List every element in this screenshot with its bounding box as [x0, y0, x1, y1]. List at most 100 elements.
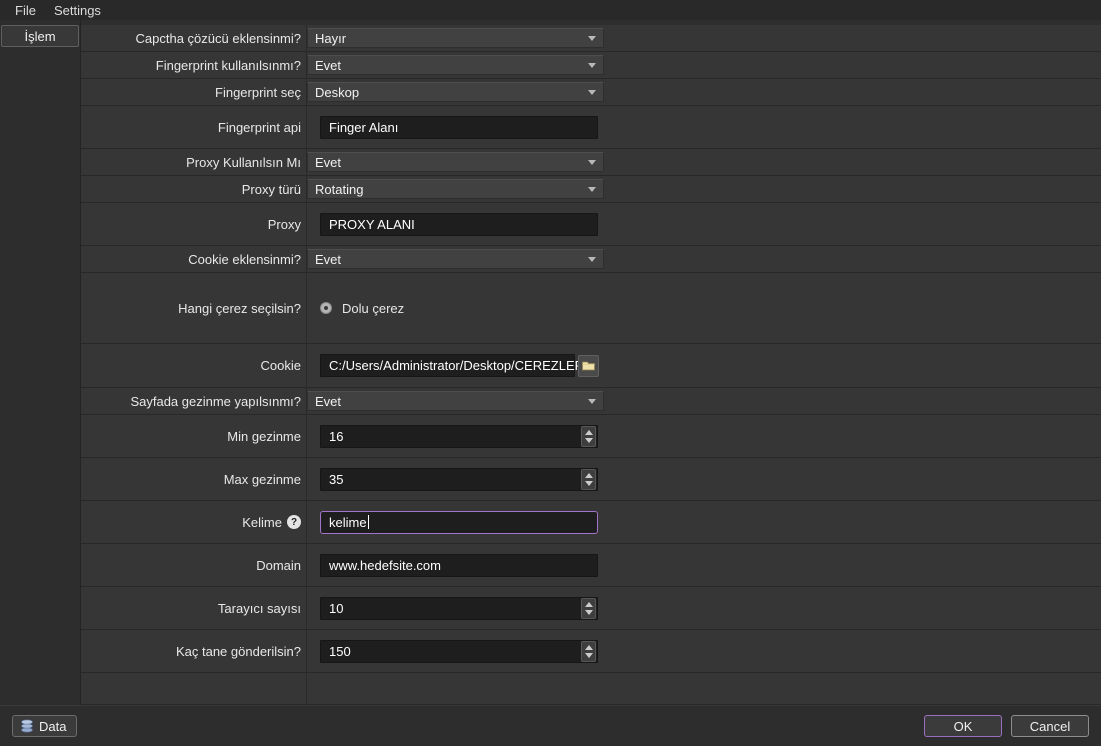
cookie-add-select[interactable]: Evet: [307, 249, 604, 269]
spinner-buttons: [581, 598, 596, 619]
input-value: 35: [329, 472, 343, 487]
chevron-down-icon: [588, 399, 596, 404]
radio-selected-icon: [320, 302, 332, 314]
max-gezinme-spinner[interactable]: 35: [320, 468, 598, 491]
input-value: www.hedefsite.com: [329, 558, 441, 573]
label-text: Domain: [256, 558, 301, 573]
spin-up-icon[interactable]: [585, 473, 593, 478]
form-row: Fingerprint seç Deskop: [81, 79, 1101, 106]
bottom-bar: Data OK Cancel: [0, 705, 1101, 746]
form-row-empty: [81, 673, 1101, 705]
form-row: Kelime ? kelime: [81, 501, 1101, 544]
selected-value: Evet: [315, 58, 341, 73]
field-label: Hangi çerez seçilsin?: [81, 273, 307, 343]
data-button[interactable]: Data: [12, 715, 77, 737]
browser-count-spinner[interactable]: 10: [320, 597, 598, 620]
form-row: Fingerprint api Finger Alanı: [81, 106, 1101, 149]
input-value: Finger Alanı: [329, 120, 398, 135]
field-label: Fingerprint seç: [81, 79, 307, 105]
menu-file[interactable]: File: [6, 1, 45, 20]
spin-up-icon[interactable]: [585, 430, 593, 435]
form-row: Proxy türü Rotating: [81, 176, 1101, 203]
field-control: Rotating: [307, 176, 1101, 202]
spin-down-icon[interactable]: [585, 481, 593, 486]
empty-label-cell: [81, 673, 307, 704]
chevron-down-icon: [588, 36, 596, 41]
field-control: Evet: [307, 52, 1101, 78]
chevron-down-icon: [588, 187, 596, 192]
field-label: Max gezinme: [81, 458, 307, 500]
help-icon[interactable]: ?: [287, 515, 301, 529]
field-label: Sayfada gezinme yapılsınmı?: [81, 388, 307, 414]
spin-down-icon[interactable]: [585, 438, 593, 443]
menu-bar: File Settings: [0, 0, 1101, 20]
selected-value: Evet: [315, 252, 341, 267]
form-row: Proxy PROXY ALANI: [81, 203, 1101, 246]
field-control: PROXY ALANI: [307, 203, 1101, 245]
data-button-label: Data: [39, 719, 66, 734]
chevron-down-icon: [588, 90, 596, 95]
send-count-spinner[interactable]: 150: [320, 640, 598, 663]
form-row: Domain www.hedefsite.com: [81, 544, 1101, 587]
cookie-path-input[interactable]: C:/Users/Administrator/Desktop/CEREZLER: [320, 354, 575, 377]
min-gezinme-spinner[interactable]: 16: [320, 425, 598, 448]
fingerprint-use-select[interactable]: Evet: [307, 55, 604, 75]
form-row: Sayfada gezinme yapılsınmı? Evet: [81, 388, 1101, 415]
field-control: 16: [307, 415, 1101, 457]
ok-button[interactable]: OK: [924, 715, 1002, 737]
tab-islem[interactable]: İşlem: [1, 25, 79, 47]
kelime-input[interactable]: kelime: [320, 511, 598, 534]
field-control: Evet: [307, 388, 1101, 414]
fingerprint-api-input[interactable]: Finger Alanı: [320, 116, 598, 139]
label-text: Fingerprint kullanılsınmı?: [156, 58, 301, 73]
spin-up-icon[interactable]: [585, 645, 593, 650]
field-label: Fingerprint api: [81, 106, 307, 148]
spin-down-icon[interactable]: [585, 610, 593, 615]
field-label: Proxy türü: [81, 176, 307, 202]
field-control: Hayır: [307, 25, 1101, 51]
input-value: kelime: [329, 515, 367, 530]
dolu-cerez-radio[interactable]: Dolu çerez: [320, 301, 404, 316]
spin-up-icon[interactable]: [585, 602, 593, 607]
chevron-down-icon: [588, 63, 596, 68]
label-text: Hangi çerez seçilsin?: [178, 301, 301, 316]
proxy-type-select[interactable]: Rotating: [307, 179, 604, 199]
form-row: Hangi çerez seçilsin? Dolu çerez: [81, 273, 1101, 344]
proxy-use-select[interactable]: Evet: [307, 152, 604, 172]
form-row: Capctha çözücü eklensinmi? Hayır: [81, 25, 1101, 52]
selected-value: Rotating: [315, 182, 363, 197]
fingerprint-choose-select[interactable]: Deskop: [307, 82, 604, 102]
form-row: Max gezinme 35: [81, 458, 1101, 501]
chevron-down-icon: [588, 160, 596, 165]
proxy-input[interactable]: PROXY ALANI: [320, 213, 598, 236]
field-label: Cookie eklensinmi?: [81, 246, 307, 272]
label-text: Fingerprint seç: [215, 85, 301, 100]
form-row: Fingerprint kullanılsınmı? Evet: [81, 52, 1101, 79]
empty-control-cell: [307, 673, 1101, 704]
label-text: Proxy: [268, 217, 301, 232]
input-value: C:/Users/Administrator/Desktop/CEREZLER: [329, 358, 584, 373]
browse-folder-button[interactable]: [578, 355, 599, 377]
selected-value: Evet: [315, 394, 341, 409]
spin-down-icon[interactable]: [585, 653, 593, 658]
label-text: Min gezinme: [227, 429, 301, 444]
label-text: Max gezinme: [224, 472, 301, 487]
field-label: Min gezinme: [81, 415, 307, 457]
label-text: Cookie eklensinmi?: [188, 252, 301, 267]
label-text: Capctha çözücü eklensinmi?: [136, 31, 301, 46]
field-label: Capctha çözücü eklensinmi?: [81, 25, 307, 51]
menu-settings[interactable]: Settings: [45, 1, 110, 20]
settings-form: Capctha çözücü eklensinmi? Hayır Fingerp…: [81, 20, 1101, 705]
domain-input[interactable]: www.hedefsite.com: [320, 554, 598, 577]
form-row: Proxy Kullanılsın Mı Evet: [81, 149, 1101, 176]
input-value: PROXY ALANI: [329, 217, 415, 232]
input-value: 10: [329, 601, 343, 616]
sidebar: İşlem: [0, 20, 81, 705]
field-label: Tarayıcı sayısı: [81, 587, 307, 629]
cancel-button[interactable]: Cancel: [1011, 715, 1089, 737]
label-text: Fingerprint api: [218, 120, 301, 135]
page-navigation-select[interactable]: Evet: [307, 391, 604, 411]
label-text: Kelime: [242, 515, 282, 530]
spinner-buttons: [581, 469, 596, 490]
capctha-solver-select[interactable]: Hayır: [307, 28, 604, 48]
